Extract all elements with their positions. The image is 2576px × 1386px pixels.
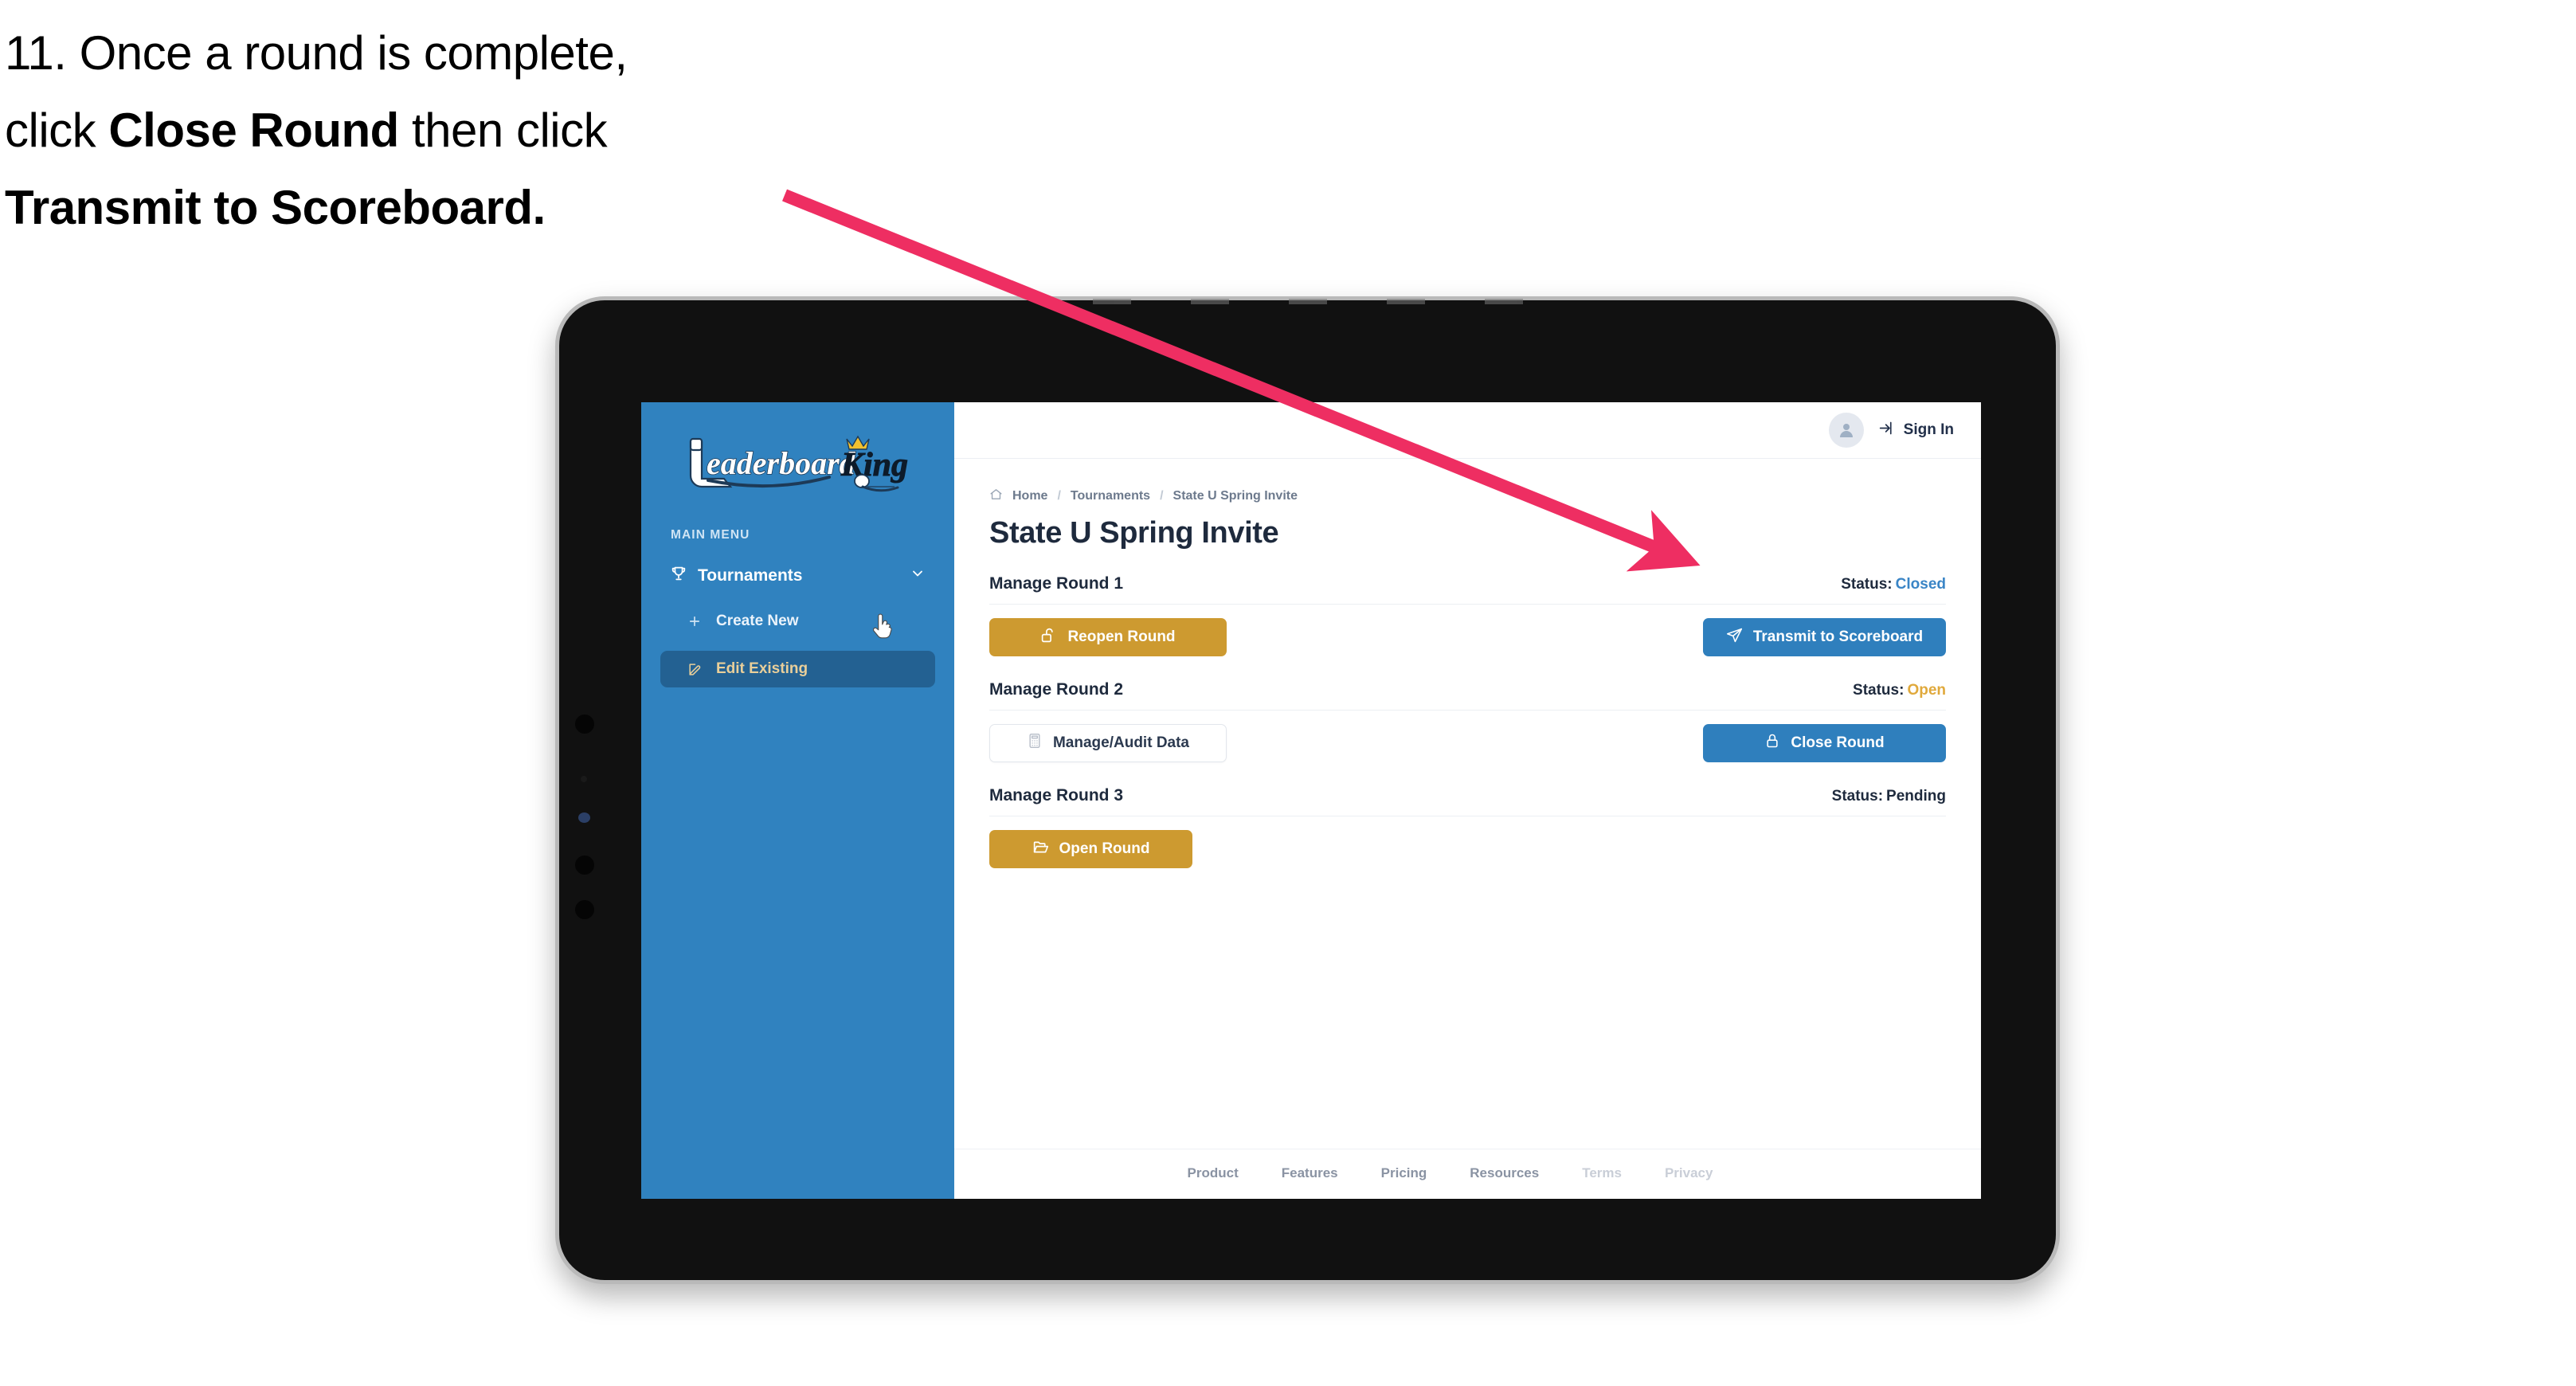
status-label: Status:	[1831, 788, 1884, 805]
round-title: Manage Round 2	[989, 680, 1124, 699]
paper-plane-icon	[1726, 627, 1743, 648]
sign-in-button[interactable]: Sign In	[1878, 420, 1954, 441]
status-value: Pending	[1886, 788, 1946, 805]
lock-icon	[1764, 733, 1780, 754]
round-actions: Manage/Audit Data Close Round	[989, 724, 1946, 762]
tablet-speaker-grille	[1092, 299, 1523, 304]
caption-line-3: Transmit to Scoreboard.	[5, 181, 546, 235]
status-badge: Status: Open	[1853, 682, 1946, 699]
button-label: Transmit to Scoreboard	[1752, 628, 1924, 645]
page-title: State U Spring Invite	[989, 516, 1279, 550]
tablet-sensor-dot	[575, 900, 594, 919]
breadcrumb-separator: /	[1057, 489, 1061, 503]
round-actions: Open Round	[989, 830, 1946, 868]
breadcrumb-separator: /	[1160, 489, 1164, 503]
round-header: Manage Round 2 Status: Open	[989, 680, 1946, 711]
open-folder-icon	[1032, 839, 1049, 860]
sidebar-group-tournaments[interactable]: Tournaments	[660, 560, 935, 592]
sidebar-section-label: MAIN MENU	[671, 528, 750, 542]
open-round-button[interactable]: Open Round	[989, 830, 1192, 868]
breadcrumb: Home / Tournaments / State U Spring Invi…	[989, 487, 1946, 505]
edit-pencil-icon	[686, 660, 703, 678]
sidebar-item-label: Edit Existing	[716, 660, 808, 677]
footer-link-privacy[interactable]: Privacy	[1665, 1165, 1713, 1181]
footer-link-terms[interactable]: Terms	[1582, 1165, 1622, 1181]
tablet-screen: eaderboard King MAIN MENU Tournaments Cr…	[641, 402, 1981, 1199]
tablet-device-frame: eaderboard King MAIN MENU Tournaments Cr…	[555, 296, 2060, 1284]
tablet-camera-dot	[575, 715, 594, 734]
status-value: Open	[1907, 682, 1946, 699]
sidebar-item-edit-existing[interactable]: Edit Existing	[660, 651, 935, 687]
manage-audit-data-button[interactable]: Manage/Audit Data	[989, 724, 1227, 762]
status-badge: Status: Closed	[1841, 576, 1946, 593]
round-actions: Reopen Round Transmit to Scoreboard	[989, 618, 1946, 656]
round-header: Manage Round 3 Status: Pending	[989, 786, 1946, 816]
round-block-2: Manage Round 2 Status: Open Manage/Audit…	[989, 680, 1946, 762]
sidebar-item-label: Create New	[716, 613, 799, 629]
button-label: Manage/Audit Data	[1052, 734, 1190, 751]
caption-line2-bold: Close Round	[108, 104, 399, 158]
footer-links: Product Features Pricing Resources Terms…	[954, 1149, 1981, 1199]
breadcrumb-item-tournaments[interactable]: Tournaments	[1071, 489, 1150, 503]
round-block-1: Manage Round 1 Status: Closed Reopen Rou…	[989, 574, 1946, 656]
transmit-to-scoreboard-button[interactable]: Transmit to Scoreboard	[1703, 618, 1946, 656]
footer-link-features[interactable]: Features	[1282, 1165, 1338, 1181]
leaderboard-king-logo-icon: eaderboard King	[689, 435, 909, 492]
home-icon[interactable]	[989, 487, 1003, 505]
tablet-sensor-dot	[575, 855, 594, 875]
plus-icon	[686, 613, 703, 630]
app-body: eaderboard King MAIN MENU Tournaments Cr…	[641, 402, 1981, 1199]
button-label: Close Round	[1791, 734, 1885, 751]
main-panel: Sign In Home / Tournaments / State U Spr…	[954, 402, 1981, 1199]
footer-link-pricing[interactable]: Pricing	[1381, 1165, 1427, 1181]
trophy-icon	[670, 565, 687, 587]
round-block-3: Manage Round 3 Status: Pending Open Roun…	[989, 786, 1946, 868]
round-title: Manage Round 1	[989, 574, 1124, 593]
tablet-led-indicator	[578, 812, 590, 823]
tablet-sensor-dot	[581, 776, 587, 782]
sidebar-group-label: Tournaments	[698, 566, 803, 585]
sign-in-label: Sign In	[1903, 421, 1954, 438]
sidebar: eaderboard King MAIN MENU Tournaments Cr…	[641, 402, 954, 1199]
sidebar-item-create-new[interactable]: Create New	[660, 603, 935, 640]
chevron-down-icon[interactable]	[910, 566, 926, 586]
user-avatar-icon	[1839, 424, 1853, 437]
calculator-icon	[1027, 733, 1043, 754]
caption-line-2: click Close Round then click	[5, 92, 849, 169]
caption-line2-post: then click	[398, 104, 608, 158]
status-label: Status:	[1853, 682, 1905, 699]
button-label: Open Round	[1059, 840, 1150, 857]
content-area: Home / Tournaments / State U Spring Invi…	[954, 459, 1981, 1149]
breadcrumb-item-current[interactable]: State U Spring Invite	[1173, 489, 1298, 503]
app-logo[interactable]: eaderboard King	[641, 423, 954, 504]
unlock-icon	[1040, 627, 1057, 648]
svg-text:eaderboard: eaderboard	[707, 445, 856, 481]
caption-line-1: 11. Once a round is complete,	[5, 26, 628, 80]
footer-link-resources[interactable]: Resources	[1470, 1165, 1539, 1181]
caption-line2-pre: click	[5, 104, 109, 158]
reopen-round-button[interactable]: Reopen Round	[989, 618, 1227, 656]
instruction-caption: 11. Once a round is complete, click Clos…	[5, 14, 849, 247]
status-label: Status:	[1841, 576, 1893, 593]
button-label: Reopen Round	[1067, 628, 1176, 645]
close-round-button[interactable]: Close Round	[1703, 724, 1946, 762]
avatar[interactable]	[1828, 413, 1864, 448]
sign-in-arrow-icon	[1878, 420, 1895, 441]
top-bar: Sign In	[954, 402, 1981, 459]
footer-link-product[interactable]: Product	[1188, 1165, 1239, 1181]
breadcrumb-item-home[interactable]: Home	[1012, 489, 1047, 503]
svg-text:King: King	[840, 447, 908, 484]
status-badge: Status: Pending	[1832, 788, 1946, 805]
round-title: Manage Round 3	[989, 786, 1124, 805]
status-value: Closed	[1895, 576, 1946, 593]
round-header: Manage Round 1 Status: Closed	[989, 574, 1946, 605]
